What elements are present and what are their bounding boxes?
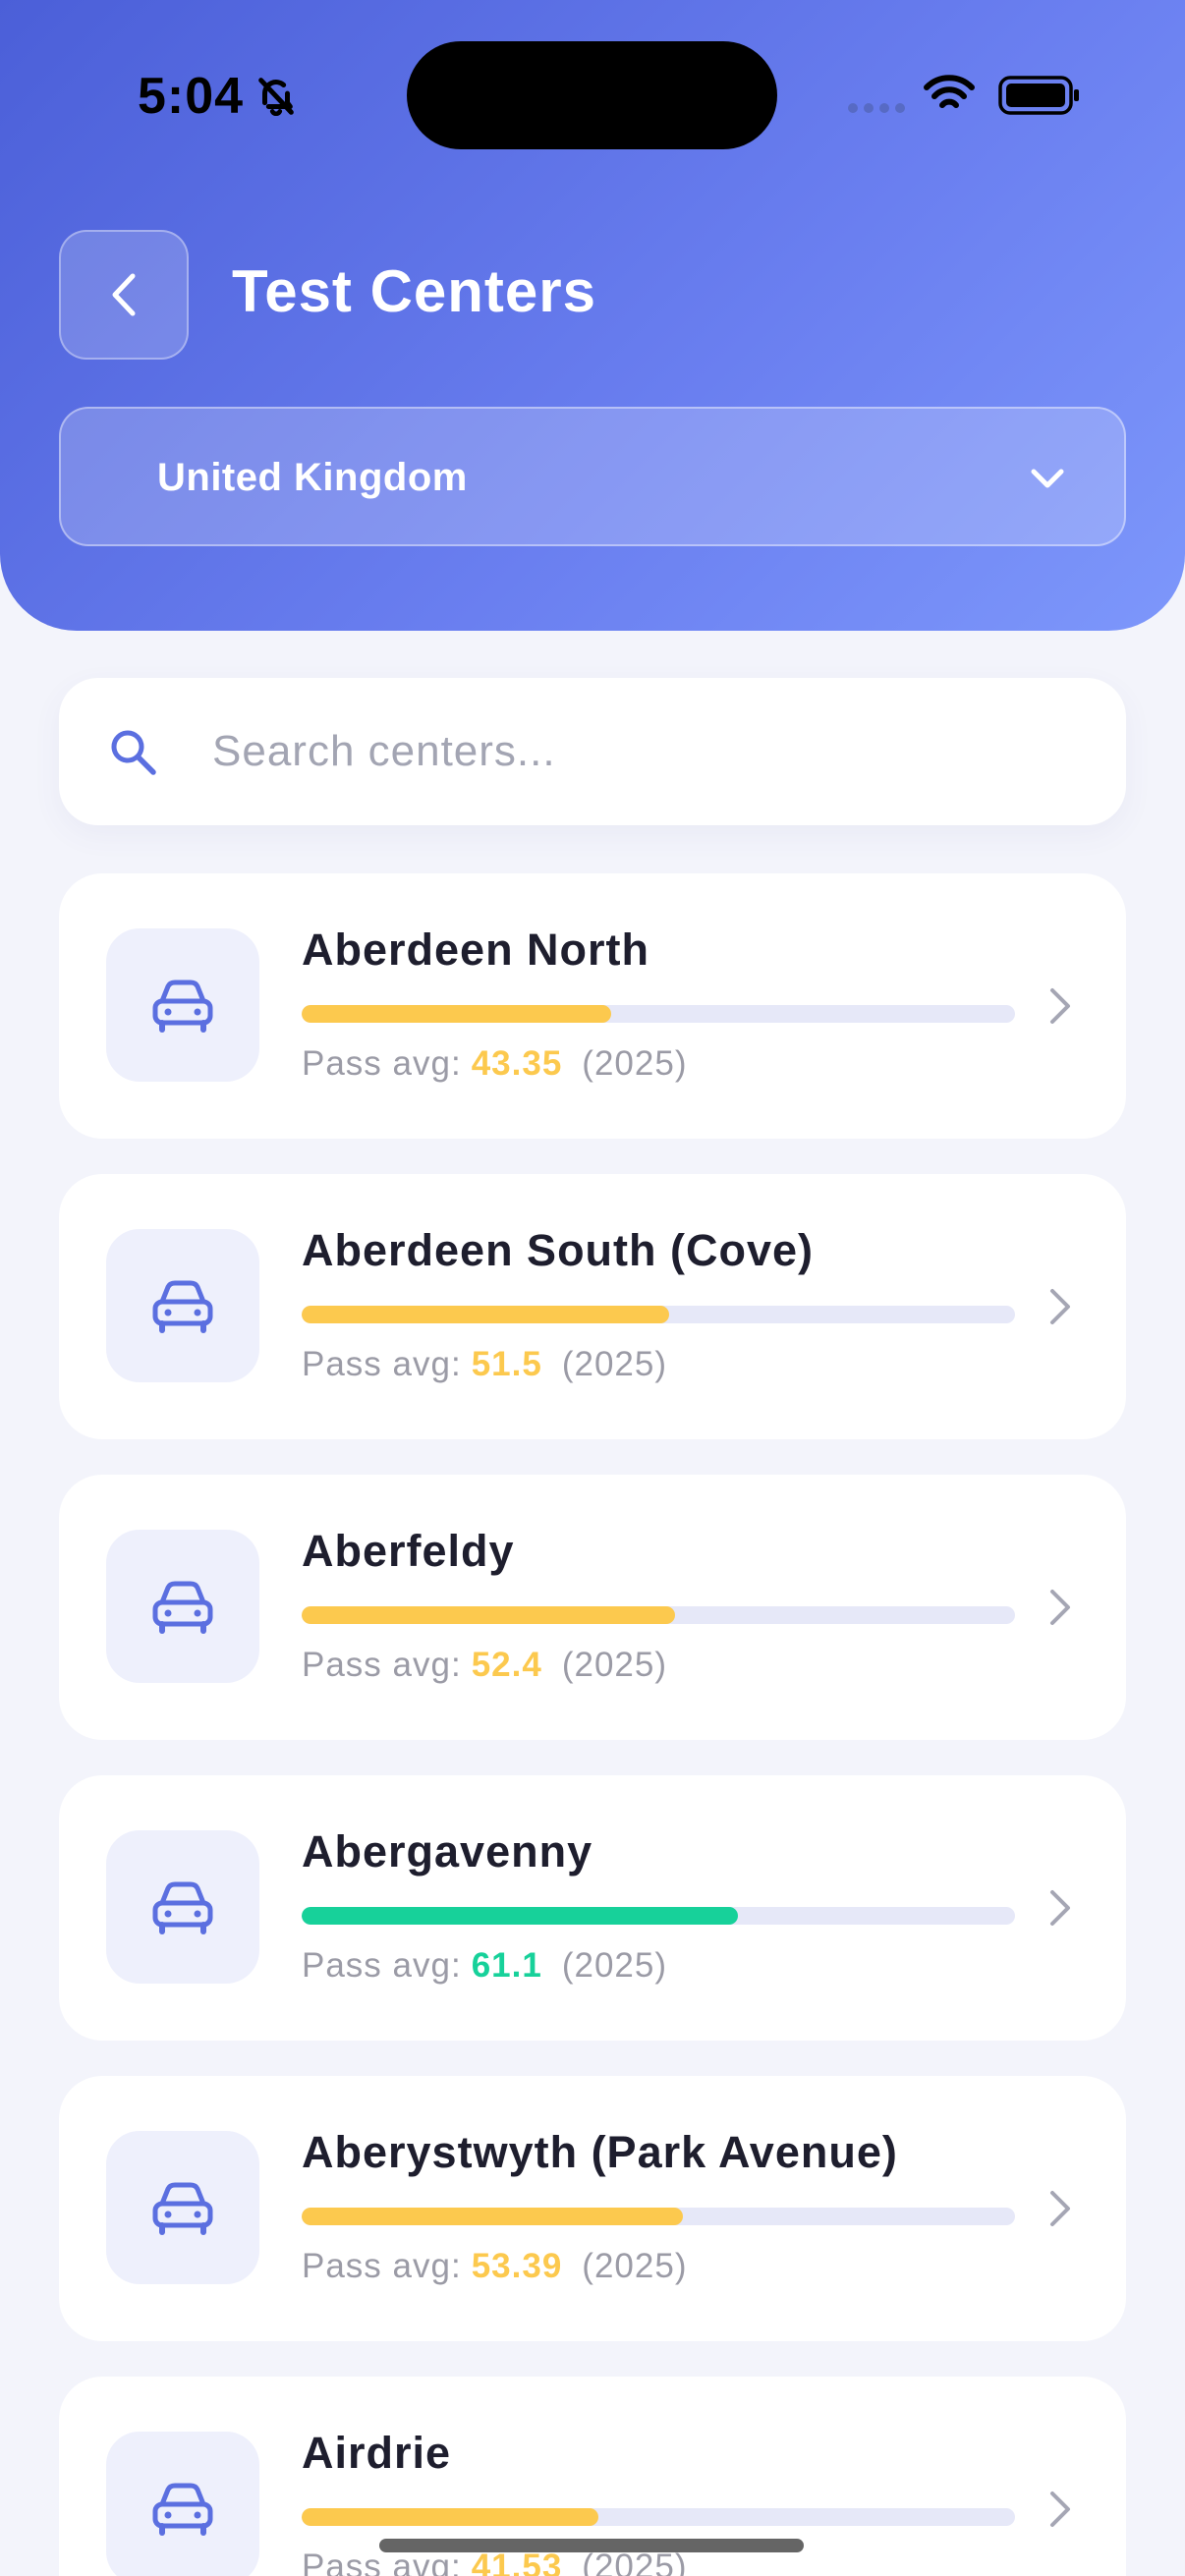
bell-muted-icon — [258, 78, 294, 117]
wifi-icon — [924, 75, 975, 108]
pass-avg-value: 61.1 — [471, 1946, 542, 1985]
pass-year: (2025) — [561, 1345, 667, 1383]
pass-year: (2025) — [561, 1646, 667, 1684]
search-input[interactable] — [212, 717, 1077, 786]
chevron-right-icon — [1050, 2492, 1070, 2527]
pass-stats: Pass avg: 61.1 (2025) — [302, 1946, 667, 1986]
pass-rate-bar-fill — [302, 2508, 598, 2526]
chevron-left-icon — [112, 273, 136, 316]
center-name: Aberystwyth (Park Avenue) — [302, 2127, 898, 2177]
center-name: Aberdeen North — [302, 924, 650, 975]
pass-rate-bar — [302, 1907, 1015, 1925]
pass-avg-label: Pass avg: — [302, 1946, 462, 1985]
battery-icon — [998, 76, 1079, 115]
pass-rate-bar — [302, 1005, 1015, 1023]
pass-year: (2025) — [561, 1946, 667, 1985]
pass-avg-value: 51.5 — [471, 1345, 542, 1383]
car-icon — [152, 1280, 213, 1333]
pass-stats: Pass avg: 53.39 (2025) — [302, 2247, 687, 2286]
search-box[interactable] — [59, 678, 1126, 825]
home-indicator[interactable] — [379, 2539, 804, 2552]
dynamic-island — [407, 41, 777, 149]
pass-rate-bar — [302, 2508, 1015, 2526]
pass-avg-value: 43.35 — [471, 1044, 563, 1083]
pass-stats: Pass avg: 51.5 (2025) — [302, 1345, 667, 1384]
center-name: Aberdeen South (Cove) — [302, 1225, 815, 1275]
pass-rate-bar — [302, 2208, 1015, 2225]
page-title: Test Centers — [232, 258, 597, 324]
chevron-right-icon — [1050, 1289, 1070, 1324]
pass-rate-bar — [302, 1606, 1015, 1624]
center-card[interactable]: Aberfeldy Pass avg: 52.4 (2025) — [59, 1475, 1126, 1740]
car-icon — [152, 1581, 213, 1634]
chevron-right-icon — [1050, 1890, 1070, 1926]
pass-rate-bar-fill — [302, 1907, 738, 1925]
pass-year: (2025) — [582, 2247, 688, 2285]
center-name: Airdrie — [302, 2428, 452, 2478]
center-card[interactable]: Abergavenny Pass avg: 61.1 (2025) — [59, 1775, 1126, 2041]
pass-rate-bar-fill — [302, 1306, 669, 1323]
car-icon — [152, 2483, 213, 2536]
status-time: 5:04 — [138, 68, 245, 125]
car-icon-tile — [106, 2432, 259, 2576]
pass-year: (2025) — [582, 1044, 688, 1083]
car-icon-tile — [106, 1229, 259, 1382]
car-icon-tile — [106, 1530, 259, 1683]
search-icon — [111, 730, 156, 775]
pass-rate-bar-fill — [302, 1005, 611, 1023]
center-name: Abergavenny — [302, 1826, 593, 1876]
pass-avg-label: Pass avg: — [302, 1345, 462, 1383]
center-name: Aberfeldy — [302, 1526, 515, 1576]
pass-rate-bar-fill — [302, 2208, 683, 2225]
center-card[interactable]: Aberdeen South (Cove) Pass avg: 51.5 (2025) — [59, 1174, 1126, 1439]
pass-avg-label: Pass avg: — [302, 1044, 462, 1083]
car-icon-tile — [106, 928, 259, 1082]
pass-rate-bar — [302, 1306, 1015, 1323]
header: 5:04 Test Centers United Kingdom — [0, 0, 1185, 631]
center-card[interactable]: Aberdeen North Pass avg: 43.35 (2025) — [59, 873, 1126, 1139]
chevron-down-icon — [1031, 469, 1064, 488]
pass-avg-value: 53.39 — [471, 2247, 563, 2285]
chevron-right-icon — [1050, 2191, 1070, 2226]
car-icon — [152, 980, 213, 1033]
car-icon-tile — [106, 1830, 259, 1984]
back-button[interactable] — [59, 230, 189, 360]
car-icon — [152, 1881, 213, 1934]
pass-avg-label: Pass avg: — [302, 1646, 462, 1684]
pass-rate-bar-fill — [302, 1606, 676, 1624]
country-select-value: United Kingdom — [157, 456, 468, 499]
pass-stats: Pass avg: 43.35 (2025) — [302, 1044, 687, 1084]
country-select[interactable]: United Kingdom — [59, 407, 1126, 546]
chevron-right-icon — [1050, 988, 1070, 1024]
cellular-signal-icon — [848, 103, 905, 113]
center-card[interactable]: Aberystwyth (Park Avenue) Pass avg: 53.39 (… — [59, 2076, 1126, 2341]
pass-avg-label: Pass avg: — [302, 2247, 462, 2285]
pass-avg-value: 52.4 — [471, 1646, 542, 1684]
pass-stats: Pass avg: 52.4 (2025) — [302, 1646, 667, 1685]
car-icon-tile — [106, 2131, 259, 2284]
chevron-right-icon — [1050, 1590, 1070, 1625]
car-icon — [152, 2182, 213, 2235]
